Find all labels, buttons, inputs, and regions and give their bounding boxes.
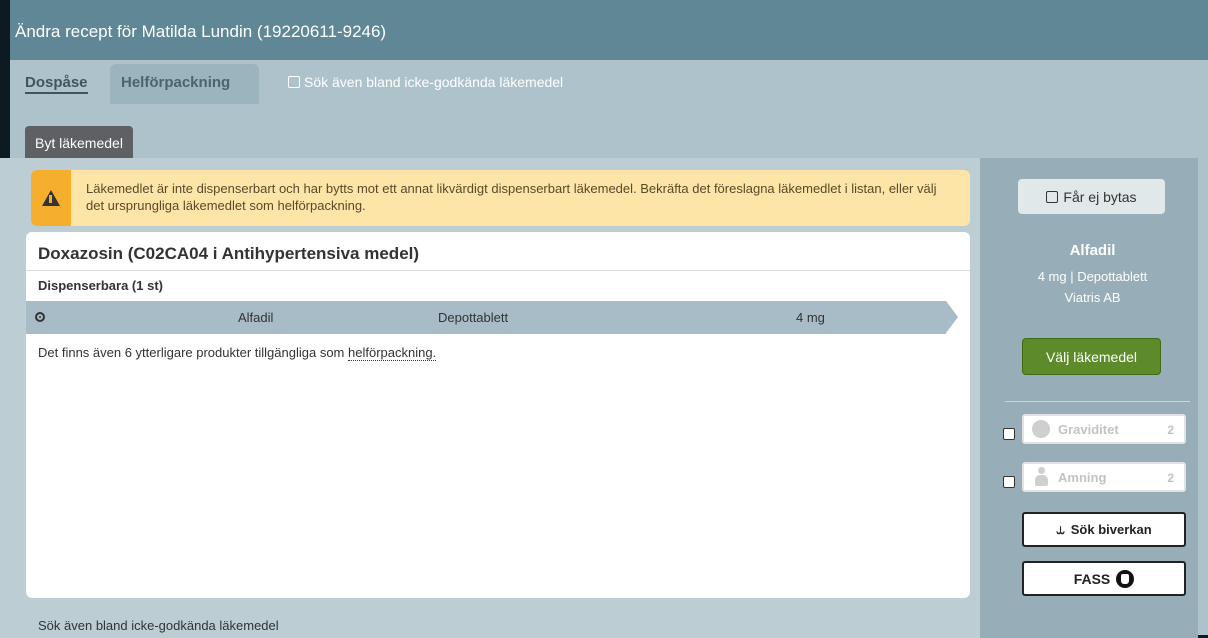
warning-icon-box — [31, 170, 71, 226]
warning-banner: Läkemedlet är inte dispenserbart och har… — [31, 170, 970, 226]
valj-lakemedel-button[interactable]: Välj läkemedel — [1022, 338, 1161, 375]
search-unapproved-toggle[interactable]: Sök även bland icke-godkända läkemedel — [288, 74, 563, 90]
far-ej-bytas-label: Får ej bytas — [1063, 188, 1137, 205]
sidebar-divider — [1005, 401, 1190, 402]
graviditet-label: Graviditet — [1058, 422, 1119, 437]
sok-biverkan-button[interactable]: ⥿ Sök biverkan — [1022, 512, 1186, 547]
helforpackning-note: Det finns även 6 ytterligare produkter t… — [38, 345, 437, 361]
graviditet-count: 2 — [1167, 423, 1174, 437]
table-row[interactable]: Alfadil Depottablett 4 mg — [26, 301, 946, 334]
title-bar: Ändra recept för Matilda Lundin (1922061… — [10, 0, 1208, 60]
byt-lakemedel-button[interactable]: Byt läkemedel — [25, 126, 133, 158]
pregnancy-icon — [1032, 420, 1050, 438]
product-detail: 4 mg | Depottablett — [1037, 269, 1148, 284]
tab-dospase-label: Dospåse — [25, 74, 88, 94]
far-ej-bytas-checkbox[interactable] — [1046, 190, 1059, 203]
graviditet-button[interactable]: Graviditet 2 — [1022, 414, 1186, 444]
helforpackning-link[interactable]: helförpackning. — [348, 345, 437, 361]
search-unapproved-label: Sök även bland icke-godkända läkemedel — [304, 74, 564, 90]
tab-helforpackning[interactable]: Helförpackning — [110, 64, 259, 104]
warning-text: Läkemedlet är inte dispenserbart och har… — [86, 181, 937, 213]
row-form: Depottablett — [438, 310, 509, 325]
row-selected-arrow — [946, 301, 958, 333]
dispenserbara-heading: Dispenserbara (1 st) — [38, 278, 163, 293]
search-unapproved-checkbox[interactable] — [288, 76, 300, 88]
amning-count: 2 — [1167, 471, 1174, 485]
branch-icon: ⥿ — [1056, 521, 1065, 538]
breastfeeding-icon — [1034, 467, 1048, 487]
drug-panel-title: Doxazosin (C02CA04 i Antihypertensiva me… — [38, 244, 420, 263]
bottom-search-prefix: Sök även bland — [38, 618, 132, 633]
row-strength: 4 mg — [796, 310, 825, 325]
tab-dospase[interactable]: Dospåse — [14, 64, 100, 104]
far-ej-bytas-button[interactable]: Får ej bytas — [1018, 179, 1165, 214]
dialog-title: Ändra recept för Matilda Lundin (1922061… — [15, 22, 387, 41]
divider — [26, 270, 970, 271]
sok-biverkan-label: Sök biverkan — [1070, 522, 1152, 537]
row-name: Alfadil — [238, 310, 274, 325]
fass-logo-icon — [1116, 569, 1135, 588]
bottom-search-text: Sök även bland icke-godkända läkemedel — [38, 618, 279, 633]
radio-selected-icon[interactable] — [35, 312, 45, 322]
bottom-search-link[interactable]: icke-godkända läkemedel — [131, 618, 278, 633]
product-name: Alfadil — [1069, 242, 1116, 259]
graviditet-checkbox[interactable] — [1003, 428, 1015, 440]
product-company: Viatris AB — [1064, 290, 1121, 305]
note-text: Det finns även 6 ytterligare produkter t… — [38, 345, 348, 360]
warning-icon-mark — [49, 195, 52, 203]
fass-label: FASS — [1073, 570, 1111, 587]
fass-button[interactable]: FASS — [1022, 561, 1186, 596]
amning-label: Amning — [1058, 470, 1107, 485]
amning-checkbox[interactable] — [1003, 476, 1015, 488]
drug-panel: Doxazosin (C02CA04 i Antihypertensiva me… — [26, 232, 970, 598]
tab-helforpackning-label: Helförpackning — [121, 74, 231, 91]
amning-button[interactable]: Amning 2 — [1022, 462, 1186, 492]
